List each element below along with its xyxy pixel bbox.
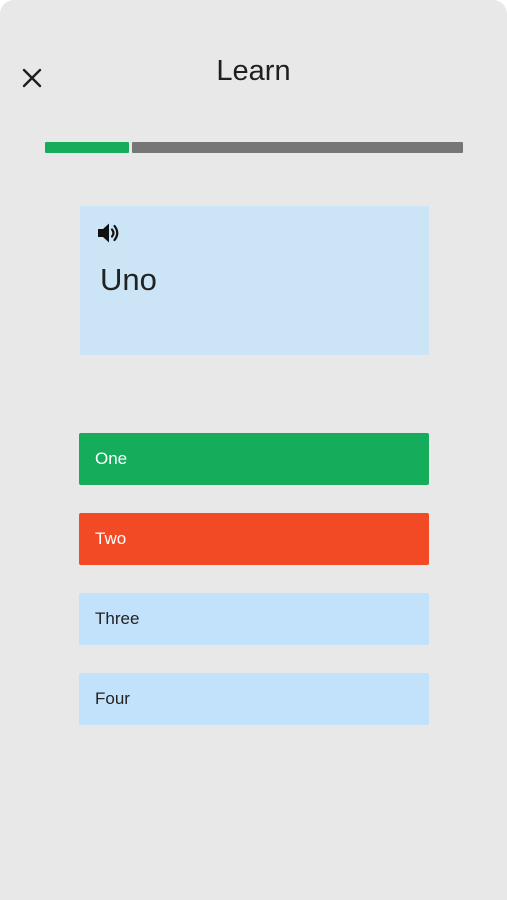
- answer-option-two[interactable]: Two: [79, 513, 429, 565]
- prompt-card: Uno: [80, 206, 429, 355]
- progress-bar-track: [132, 142, 463, 153]
- page-title: Learn: [216, 55, 291, 87]
- answer-option-one[interactable]: One: [79, 433, 429, 485]
- learn-screen: Learn Uno One Two Three Four: [0, 0, 507, 900]
- speaker-icon[interactable]: [96, 220, 122, 246]
- prompt-word: Uno: [100, 262, 157, 297]
- answer-option-label: Four: [95, 689, 130, 708]
- answer-option-label: Two: [95, 529, 127, 548]
- answer-option-label: One: [95, 449, 128, 468]
- progress-bar: [45, 142, 463, 153]
- answer-option-label: Three: [95, 609, 140, 628]
- progress-bar-fill: [45, 142, 129, 153]
- answer-option-three[interactable]: Three: [79, 593, 429, 645]
- answer-option-four[interactable]: Four: [79, 673, 429, 725]
